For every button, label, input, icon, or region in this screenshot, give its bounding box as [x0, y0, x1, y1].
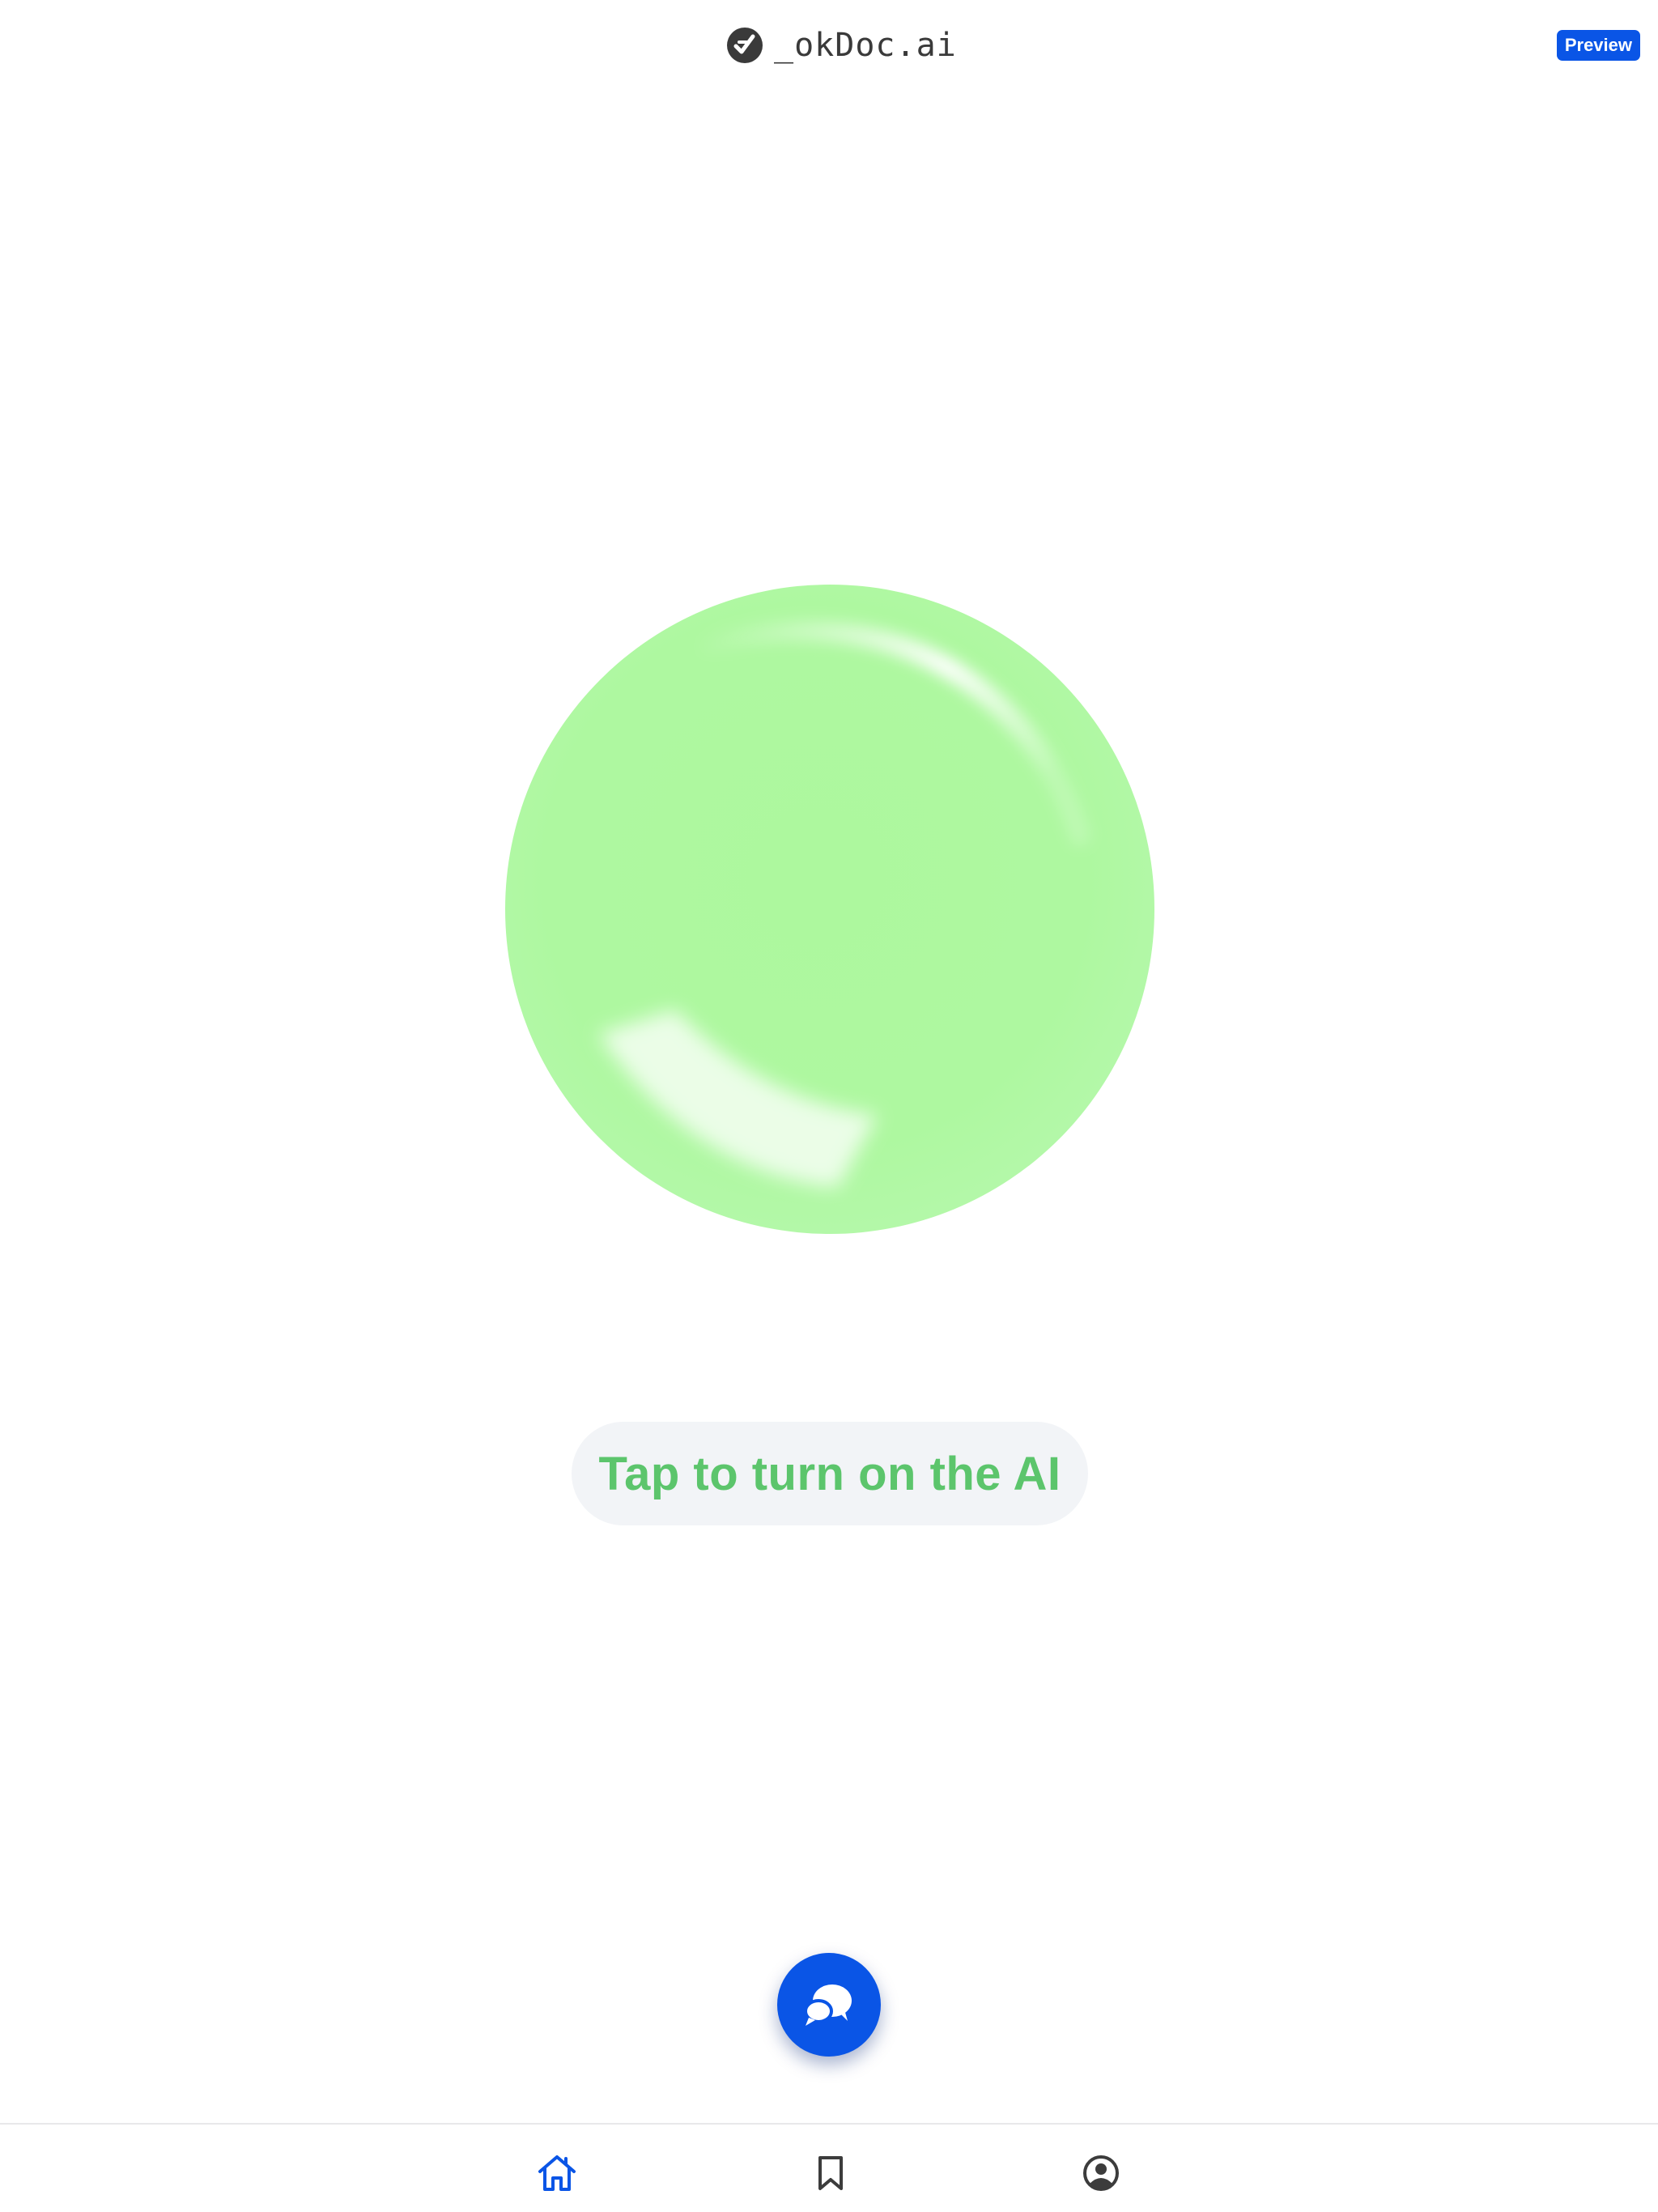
- orb-highlight: [598, 620, 1090, 1188]
- bookmark-icon: [818, 2156, 843, 2190]
- brand-name: _okDoc.ai: [774, 27, 957, 64]
- app-screen: _okDoc.ai Preview Tap to turn on the AI: [0, 0, 1658, 2212]
- chat-bubbles-icon: [804, 1984, 852, 2026]
- home-icon: [538, 2155, 576, 2191]
- bottom-tab-bar: [0, 2123, 1658, 2212]
- okdoc-logo-icon: [727, 28, 763, 63]
- brand: _okDoc.ai: [725, 24, 957, 66]
- tab-saved[interactable]: [806, 2149, 855, 2197]
- profile-icon: [1083, 2155, 1119, 2191]
- cta-label: Tap to turn on the AI: [598, 1447, 1061, 1500]
- chat-button[interactable]: [777, 1953, 881, 2057]
- tab-home[interactable]: [533, 2149, 581, 2197]
- turn-on-ai-button[interactable]: Tap to turn on the AI: [572, 1422, 1088, 1525]
- ai-orb-button[interactable]: [505, 585, 1154, 1234]
- tab-profile[interactable]: [1077, 2149, 1125, 2197]
- header-bar: _okDoc.ai Preview: [0, 0, 1658, 91]
- preview-badge: Preview: [1556, 30, 1640, 61]
